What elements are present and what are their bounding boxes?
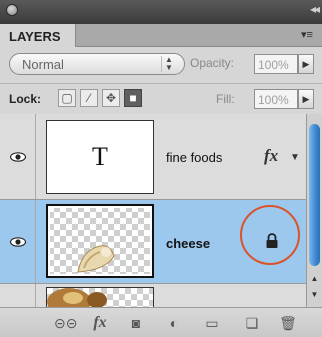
highlight-circle — [240, 205, 300, 265]
layers-panel: ◂◂ LAYERS ▾≡ Normal ▲ ▼ Opacity: 100% ▶ L… — [0, 0, 322, 337]
layers-list: T fine foods fx ▼ cheese — [0, 114, 306, 307]
lock-all-icon[interactable]: ■ — [124, 89, 142, 107]
adjustment-icon[interactable]: ◐ — [164, 314, 184, 332]
panel-titlebar: ◂◂ — [0, 0, 322, 24]
folder-icon[interactable]: ▭ — [202, 314, 222, 332]
layer-thumbnail-text: T — [46, 120, 154, 194]
lock-label: Lock: — [9, 92, 42, 106]
food-image — [47, 288, 107, 307]
layer-thumbnail-cheese — [46, 204, 154, 278]
lock-transparent-pixels-icon[interactable]: ▢ — [58, 89, 76, 107]
blend-opacity-row: Normal ▲ ▼ Opacity: 100% ▶ — [0, 48, 322, 80]
scroll-up-icon[interactable]: ▲ — [309, 274, 320, 284]
lock-image-pixels-icon[interactable]: ⁄ — [80, 89, 98, 107]
expand-effects-icon[interactable]: ▼ — [290, 152, 300, 163]
mask-icon[interactable]: ◙ — [126, 314, 146, 332]
fill-field[interactable]: 100% — [254, 89, 298, 109]
scroll-down-icon[interactable]: ▼ — [309, 290, 320, 300]
blend-mode-value: Normal — [22, 57, 64, 72]
opacity-field[interactable]: 100% — [254, 54, 298, 74]
tab-strip: LAYERS ▾≡ — [0, 24, 322, 47]
eye-icon[interactable] — [10, 237, 26, 247]
visibility-column — [0, 114, 36, 199]
collapse-icon[interactable]: ◂◂ — [310, 2, 320, 16]
new-layer-icon[interactable]: ❏ — [242, 314, 262, 332]
fill-slider-button[interactable]: ▶ — [298, 89, 314, 109]
layer-effects-icon[interactable]: fx — [264, 146, 278, 166]
layers-scrollbar[interactable]: ▲ ▼ — [306, 114, 322, 307]
layer-row-fine-foods[interactable]: T fine foods fx ▼ — [0, 114, 306, 200]
close-icon[interactable] — [6, 4, 18, 16]
visibility-column — [0, 284, 36, 307]
scroll-thumb[interactable] — [309, 124, 320, 266]
tab-layers[interactable]: LAYERS — [0, 24, 76, 47]
layer-name[interactable]: cheese — [166, 236, 210, 251]
lock-fill-row: Lock: ▢ ⁄ ✥ ■ Fill: 100% ▶ — [0, 83, 322, 115]
opacity-label: Opacity: — [190, 56, 235, 70]
eye-icon[interactable] — [10, 152, 26, 162]
layer-row-3[interactable] — [0, 284, 306, 307]
blend-mode-select[interactable]: Normal ▲ ▼ — [9, 53, 185, 75]
panel-menu-icon[interactable]: ▾≡ — [298, 28, 316, 42]
cheese-image — [77, 245, 115, 273]
layers-bottom-toolbar: ⊝⊝ fx ◙ ◐ ▭ ❏ 🗑 — [0, 307, 322, 337]
lock-position-icon[interactable]: ✥ — [102, 89, 120, 107]
layer-thumbnail-food — [46, 287, 154, 307]
fx-icon[interactable]: fx — [90, 314, 110, 332]
trash-icon[interactable]: 🗑 — [278, 314, 298, 332]
link-icon[interactable]: ⊝⊝ — [54, 314, 77, 332]
visibility-column — [0, 200, 36, 283]
opacity-slider-button[interactable]: ▶ — [298, 54, 314, 74]
layer-name[interactable]: fine foods — [166, 150, 222, 165]
fill-label: Fill: — [216, 92, 235, 106]
blend-stepper-icon[interactable]: ▲ ▼ — [161, 56, 176, 72]
